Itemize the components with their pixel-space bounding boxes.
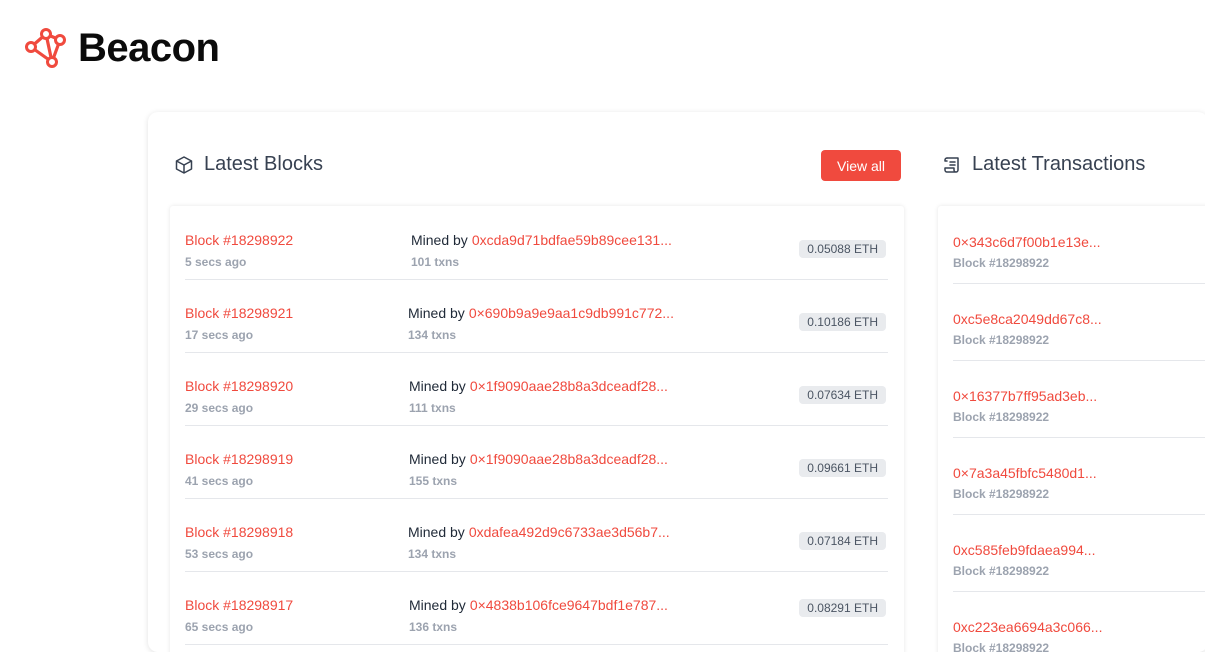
miner-address-link[interactable]: 0×690b9a9e9aa1c9db991c772... xyxy=(469,305,674,321)
block-number-link[interactable]: Block #18298920 xyxy=(185,378,293,394)
block-age: 41 secs ago xyxy=(185,474,254,488)
view-all-blocks-button[interactable]: View all xyxy=(821,150,901,181)
latest-blocks-list: Block #18298922 5 secs ago Mined by 0xcda… xyxy=(170,206,904,652)
block-reward-badge: 0.07184 ETH xyxy=(799,532,886,550)
brand-logo[interactable]: Beacon xyxy=(24,26,220,71)
block-reward-badge: 0.05088 ETH xyxy=(799,240,886,258)
block-txn-count-link[interactable]: 155 txns xyxy=(409,474,457,488)
miner-address-link[interactable]: 0xdafea492d9c6733ae3d56b7... xyxy=(469,524,670,540)
block-age: 5 secs ago xyxy=(185,255,247,269)
main-panel: Latest Blocks View all Latest Transactio… xyxy=(148,112,1205,652)
transaction-row: 0xc223ea6694a3c066... Block #18298922 xyxy=(953,591,1205,652)
block-reward-badge: 0.10186 ETH xyxy=(799,313,886,331)
block-row: Block #18298918 53 secs ago Mined by 0xda… xyxy=(185,498,888,572)
block-miner: Mined by 0xcda9d71bdfae59b89cee131... xyxy=(411,232,672,248)
latest-transactions-list: 0×343c6d7f00b1e13e... Block #18298922 0x… xyxy=(938,206,1205,652)
block-row: Block #18298919 41 secs ago Mined by 0×1f… xyxy=(185,425,888,499)
miner-address-link[interactable]: 0×1f9090aae28b8a3dceadf28... xyxy=(470,378,668,394)
miner-address-link[interactable]: 0xcda9d71bdfae59b89cee131... xyxy=(472,232,672,248)
beacon-logo-icon xyxy=(25,27,66,68)
transaction-hash-link[interactable]: 0xc223ea6694a3c066... xyxy=(953,619,1102,635)
latest-transactions-header: Latest Transactions xyxy=(942,153,1145,176)
miner-address-link[interactable]: 0×4838b106fce9647bdf1e787... xyxy=(470,597,668,613)
transaction-block-link[interactable]: Block #18298922 xyxy=(953,487,1049,501)
block-miner: Mined by 0×1f9090aae28b8a3dceadf28... xyxy=(409,378,668,394)
transaction-row: 0xc585feb9fdaea994... Block #18298922 xyxy=(953,514,1205,592)
block-number-link[interactable]: Block #18298921 xyxy=(185,305,293,321)
mined-by-label: Mined by xyxy=(408,305,465,321)
block-age: 53 secs ago xyxy=(185,547,254,561)
transaction-row: 0×7a3a45fbfc5480d1... Block #18298922 xyxy=(953,437,1205,515)
block-age: 17 secs ago xyxy=(185,328,254,342)
block-reward-badge: 0.08291 ETH xyxy=(799,599,886,617)
transaction-hash-link[interactable]: 0×7a3a45fbfc5480d1... xyxy=(953,465,1097,481)
transaction-block-link[interactable]: Block #18298922 xyxy=(953,564,1049,578)
latest-blocks-title: Latest Blocks xyxy=(204,153,323,175)
block-miner: Mined by 0×1f9090aae28b8a3dceadf28... xyxy=(409,451,668,467)
mined-by-label: Mined by xyxy=(408,524,465,540)
block-txn-count-link[interactable]: 101 txns xyxy=(411,255,459,269)
transaction-hash-link[interactable]: 0xc5e8ca2049dd67c8... xyxy=(953,311,1102,327)
miner-address-link[interactable]: 0×1f9090aae28b8a3dceadf28... xyxy=(470,451,668,467)
transaction-row: 0×16377b7ff95ad3eb... Block #18298922 xyxy=(953,360,1205,438)
transaction-block-link[interactable]: Block #18298922 xyxy=(953,641,1049,652)
transaction-row: 0xc5e8ca2049dd67c8... Block #18298922 xyxy=(953,283,1205,361)
block-row: Block #18298922 5 secs ago Mined by 0xcda… xyxy=(185,206,888,280)
block-age: 65 secs ago xyxy=(185,620,254,634)
transaction-hash-link[interactable]: 0×16377b7ff95ad3eb... xyxy=(953,388,1097,404)
block-row: Block #18298921 17 secs ago Mined by 0×69… xyxy=(185,279,888,353)
transaction-block-link[interactable]: Block #18298922 xyxy=(953,256,1049,270)
block-miner: Mined by 0×4838b106fce9647bdf1e787... xyxy=(409,597,668,613)
block-number-link[interactable]: Block #18298919 xyxy=(185,451,293,467)
block-txn-count-link[interactable]: 111 txns xyxy=(409,401,456,415)
mined-by-label: Mined by xyxy=(411,232,468,248)
block-reward-badge: 0.09661 ETH xyxy=(799,459,886,477)
block-miner: Mined by 0xdafea492d9c6733ae3d56b7... xyxy=(408,524,670,540)
transaction-block-link[interactable]: Block #18298922 xyxy=(953,410,1049,424)
block-age: 29 secs ago xyxy=(185,401,254,415)
block-txn-count-link[interactable]: 134 txns xyxy=(408,547,456,561)
brand-name: Beacon xyxy=(78,26,220,70)
latest-transactions-title: Latest Transactions xyxy=(972,153,1146,175)
cube-icon xyxy=(175,155,193,174)
block-number-link[interactable]: Block #18298917 xyxy=(185,597,293,613)
block-reward-badge: 0.07634 ETH xyxy=(799,386,886,404)
block-row: Block #18298920 29 secs ago Mined by 0×1f… xyxy=(185,352,888,426)
block-miner: Mined by 0×690b9a9e9aa1c9db991c772... xyxy=(408,305,674,321)
block-number-link[interactable]: Block #18298922 xyxy=(185,232,293,248)
transaction-block-link[interactable]: Block #18298922 xyxy=(953,333,1049,347)
block-txn-count-link[interactable]: 136 txns xyxy=(409,620,457,634)
transaction-hash-link[interactable]: 0×343c6d7f00b1e13e... xyxy=(953,234,1101,250)
mined-by-label: Mined by xyxy=(409,451,466,467)
block-number-link[interactable]: Block #18298918 xyxy=(185,524,293,540)
transaction-hash-link[interactable]: 0xc585feb9fdaea994... xyxy=(953,542,1095,558)
mined-by-label: Mined by xyxy=(409,378,466,394)
transaction-row: 0×343c6d7f00b1e13e... Block #18298922 xyxy=(953,206,1205,284)
scroll-icon xyxy=(944,156,959,173)
mined-by-label: Mined by xyxy=(409,597,466,613)
latest-blocks-header: Latest Blocks xyxy=(174,153,323,176)
block-txn-count-link[interactable]: 134 txns xyxy=(408,328,456,342)
